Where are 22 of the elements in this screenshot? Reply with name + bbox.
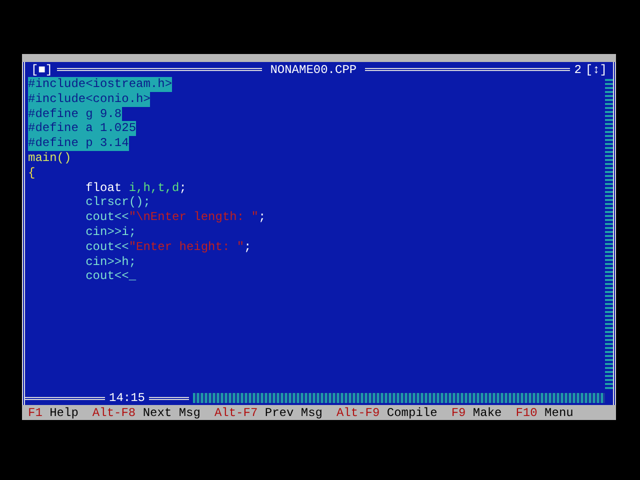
code-line: float i,h,t,d; <box>84 180 186 196</box>
code-line: { <box>28 166 36 181</box>
code-line: cin>>i; <box>84 224 136 240</box>
code-line: cout<<_ <box>84 269 136 284</box>
code-line: cin>>h; <box>84 254 136 270</box>
cursor-position: 14:15 <box>109 391 146 405</box>
code-line: clrscr(); <box>84 195 150 210</box>
code-line: cout<<"\nEnter length: "; <box>84 210 266 225</box>
window-title: NONAME00.CPP <box>269 62 358 76</box>
status-hint[interactable]: Alt-F9 Compile <box>336 406 438 420</box>
window-number: 2 <box>574 62 582 76</box>
zoom-button[interactable]: [↕] <box>585 62 607 76</box>
code-line: main() <box>28 150 72 166</box>
status-hint[interactable]: F9 Make <box>451 406 502 420</box>
close-button[interactable]: [■] <box>31 62 53 76</box>
status-hint[interactable]: Alt-F7 Prev Msg <box>214 406 322 420</box>
status-hint[interactable]: F10 Menu <box>516 406 574 420</box>
code-line: cout<<"Enter height: "; <box>84 240 252 255</box>
status-hint[interactable]: Alt-F8 Next Msg <box>92 406 200 420</box>
horizontal-scrollbar[interactable] <box>193 393 605 403</box>
vertical-scrollbar[interactable] <box>605 79 613 389</box>
status-hint[interactable]: F1 Help <box>28 406 78 420</box>
